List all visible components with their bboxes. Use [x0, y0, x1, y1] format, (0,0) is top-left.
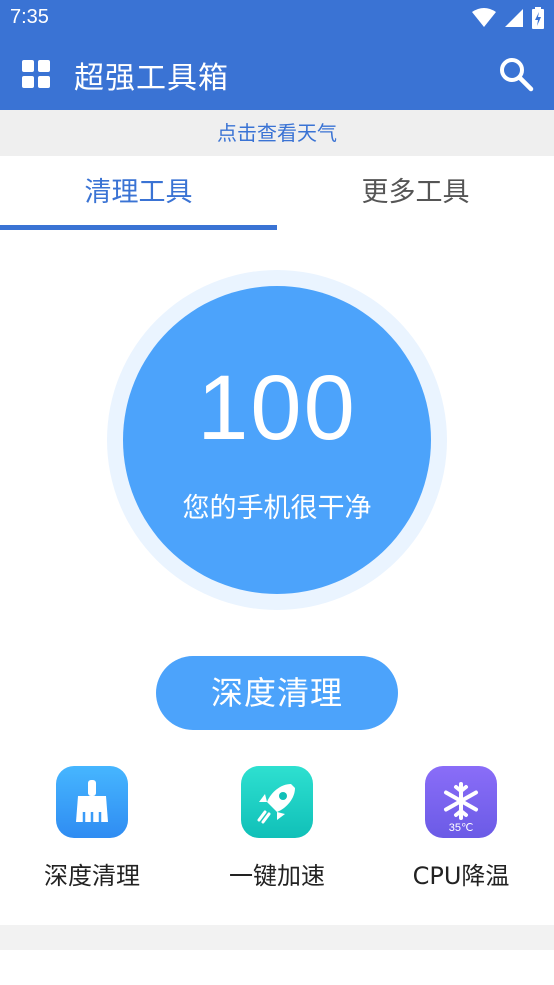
- status-bar: 7:35: [0, 0, 554, 38]
- score-caption: 您的手机很干净: [182, 493, 372, 524]
- bottom-card-edge: [0, 950, 554, 985]
- signal-icon: [505, 9, 523, 27]
- weather-link[interactable]: 点击查看天气: [0, 110, 554, 156]
- snowflake-icon: 35℃: [425, 766, 497, 838]
- search-icon[interactable]: [498, 56, 534, 92]
- app-title: 超强工具箱: [74, 61, 229, 96]
- tab-more-tools[interactable]: 更多工具: [277, 156, 554, 230]
- grid-menu-icon[interactable]: [22, 60, 50, 88]
- app-bar: 超强工具箱: [0, 38, 554, 110]
- battery-icon: [532, 7, 544, 29]
- rocket-icon: [241, 766, 313, 838]
- broom-icon: [56, 766, 128, 838]
- tool-label: 深度清理: [44, 862, 140, 890]
- tab-bar: 清理工具 更多工具: [0, 156, 554, 230]
- tool-label: 一键加速: [229, 862, 325, 890]
- status-time: 7:35: [10, 6, 49, 28]
- tool-deep-clean[interactable]: 深度清理: [0, 766, 184, 891]
- tool-label: CPU降温: [412, 862, 510, 890]
- tool-cpu-cooling[interactable]: 35℃ CPU降温: [369, 766, 553, 891]
- deep-clean-button[interactable]: 深度清理: [156, 656, 398, 730]
- status-icons: [472, 7, 544, 29]
- temperature-badge: 35℃: [448, 822, 474, 834]
- score-value: 100: [197, 357, 357, 459]
- tool-speed-up[interactable]: 一键加速: [185, 766, 369, 891]
- score-circle[interactable]: 100 您的手机很干净: [123, 286, 431, 594]
- clean-tools-panel: 100 您的手机很干净 深度清理 深度清理 一键加速 35℃ CPU降温: [0, 230, 554, 925]
- wifi-icon: [472, 8, 496, 27]
- tab-clean-tools[interactable]: 清理工具: [0, 156, 277, 230]
